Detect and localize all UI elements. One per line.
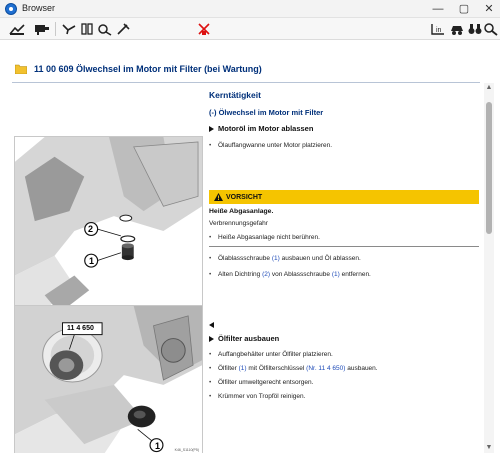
step-arrow-icon (209, 336, 214, 343)
figure-oil-drain-plug: 2 1 K46_11_0570(P5) (14, 136, 203, 319)
maximize-button[interactable]: ▢ (452, 0, 476, 18)
header-divider (12, 82, 480, 83)
vertical-scrollbar[interactable]: ▲ ▼ (484, 83, 494, 453)
service-icon[interactable] (8, 21, 26, 37)
step-heading: Motoröl im Motor ablassen (209, 124, 313, 133)
callout-2: 2 (88, 224, 94, 234)
scroll-thumb[interactable] (486, 102, 492, 234)
title-bar: Browser — ▢ ✕ (0, 0, 500, 18)
reference-link[interactable]: (1) (239, 365, 247, 372)
car-icon[interactable] (448, 21, 466, 37)
caution-label: VORSICHT (226, 193, 263, 201)
warning-triangle-icon (214, 193, 223, 201)
tool-reference-link[interactable]: (Nr. 11 4 650) (306, 365, 345, 372)
procedure-subtitle: (-) Ölwechsel im Motor mit Filter (209, 108, 324, 117)
folder-icon (15, 64, 27, 74)
hazard-title: Heiße Abgasanlage. (209, 208, 274, 215)
reference-link[interactable]: (2) (262, 271, 270, 278)
browser-app-icon (5, 3, 17, 15)
toolbar: in (0, 18, 500, 40)
instruction-bullet: Ölfilter umweltgerecht entsorgen. (209, 379, 313, 386)
window-title: Browser (22, 3, 56, 13)
callout-1: 1 (89, 256, 95, 266)
tool-icon[interactable] (60, 21, 78, 37)
search-icon[interactable] (482, 21, 500, 37)
back-arrow-icon[interactable] (209, 322, 214, 328)
caution-banner: VORSICHT (209, 190, 479, 204)
figure-code: K46_S1110(P5) (174, 448, 199, 452)
reference-link[interactable]: (1) (272, 255, 280, 262)
instruction-bullet: Alten Dichtring (2) von Ablassschraube (… (209, 271, 371, 278)
instruction-bullet: Krümmer von Tropföl reinigen. (209, 393, 305, 400)
caution-divider (209, 246, 479, 247)
instruction-bullet: Ölablassschraube (1) ausbauen und Öl abl… (209, 255, 361, 262)
scroll-down-arrow[interactable]: ▼ (484, 443, 494, 453)
reference-link[interactable]: (1) (332, 271, 340, 278)
document-view: 11 00 609 Ölwechsel im Motor mit Filter … (0, 40, 500, 453)
tool-number-label: 11 4 650 (67, 325, 94, 332)
warning-icon[interactable] (195, 21, 213, 37)
index-icon[interactable]: in (429, 21, 447, 37)
hazard-bullet: Heiße Abgasanlage nicht berühren. (209, 234, 320, 241)
instruction-bullet: Auffangbehälter unter Ölfilter platziere… (209, 351, 333, 358)
settings-icon[interactable] (114, 21, 132, 37)
step-heading: Ölfilter ausbauen (209, 334, 279, 343)
hazard-text: Verbrennungsgefahr (209, 220, 268, 227)
repair-icon[interactable] (96, 21, 114, 37)
document-title: 11 00 609 Ölwechsel im Motor mit Filter … (34, 64, 262, 74)
scroll-up-arrow[interactable]: ▲ (484, 83, 494, 93)
step-arrow-icon (209, 126, 214, 133)
svg-text:in: in (436, 27, 442, 34)
instruction-bullet: Ölfilter (1) mit Ölfilterschlüssel (Nr. … (209, 365, 378, 372)
minimize-button[interactable]: — (426, 0, 450, 18)
figure-oil-filter: 11 4 650 1 K46_S1110(P5) (14, 305, 203, 453)
callout-1: 1 (155, 441, 161, 451)
section-heading: Kerntätigkeit (209, 90, 261, 100)
close-button[interactable]: ✕ (477, 0, 500, 18)
document-header: 11 00 609 Ölwechsel im Motor mit Filter … (15, 64, 262, 74)
workshop-icon[interactable] (33, 21, 51, 37)
parts-icon[interactable] (78, 21, 96, 37)
instruction-bullet: Ölauffangwanne unter Motor platzieren. (209, 142, 332, 149)
